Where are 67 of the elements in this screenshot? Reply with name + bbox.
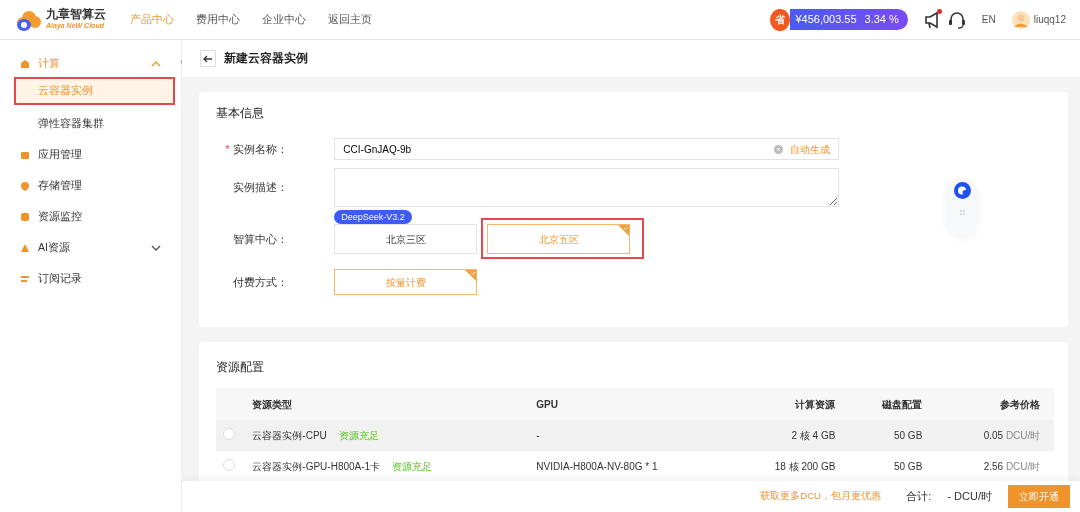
resource-type: 云容器实例-CPU <box>252 430 327 441</box>
balance-pill[interactable]: ¥456,003.55 3.34 % <box>790 9 908 30</box>
discount-rate: 3.34 % <box>864 12 899 28</box>
drag-handle-icon[interactable] <box>959 210 965 215</box>
section-title: 资源配置 <box>216 359 266 376</box>
availability-tag: 资源充足 <box>338 430 379 441</box>
menu-icon <box>20 149 30 160</box>
check-corner-icon <box>465 270 477 281</box>
table-cell: 50 GB <box>893 430 923 441</box>
back-arrow-icon <box>203 53 214 64</box>
availability-tag: 资源充足 <box>392 461 433 472</box>
resource-type: 云容器实例-GPU-H800A-1卡 <box>252 461 381 472</box>
sidebar-item[interactable]: 弹性容器集群 <box>0 108 182 139</box>
language-link[interactable]: EN <box>981 12 996 27</box>
column-header: GPU <box>535 388 736 420</box>
total-label: 合计: <box>906 488 932 504</box>
menu-icon <box>20 273 30 284</box>
nav-link[interactable]: 返回主页 <box>328 11 372 28</box>
check-corner-icon <box>618 225 630 236</box>
clear-icon[interactable] <box>774 144 784 154</box>
name-field[interactable]: CCI-GnJAQ-9b 自动生成 <box>334 138 840 160</box>
price-cell: 0.05 DCU/时 <box>983 430 1041 441</box>
balance-amount: ¥456,003.55 <box>795 12 857 28</box>
option-card[interactable]: 北京三区 <box>334 224 478 254</box>
promo-text: 获取更多DCU，包月更优惠 <box>760 488 881 503</box>
table-cell: 18 核 200 GB <box>774 461 836 472</box>
price-cell: 2.56 DCU/时 <box>983 461 1041 472</box>
headset-icon[interactable] <box>947 10 966 29</box>
column-header: 资源类型 <box>251 388 536 420</box>
section-title: 基本信息 <box>216 105 266 122</box>
sidebar-item[interactable]: 应用管理 <box>0 139 182 170</box>
table-cell: - <box>536 430 540 441</box>
column-header: 计算资源 <box>735 388 850 420</box>
menu-icon <box>20 58 30 69</box>
column-header: 参考价格 <box>936 388 1055 420</box>
sidebar-item[interactable]: 订阅记录 <box>0 263 182 294</box>
model-tag: DeepSeek-V3.2 <box>334 210 412 224</box>
total-price: - DCU/时 <box>947 488 992 504</box>
sidebar-item[interactable]: 存储管理 <box>0 170 182 201</box>
radio-button[interactable] <box>223 427 236 440</box>
column-header: 磁盘配置 <box>849 388 937 420</box>
description-field[interactable] <box>334 168 840 207</box>
chat-bot-icon[interactable] <box>953 182 971 199</box>
back-button[interactable] <box>200 50 217 67</box>
nav-link[interactable]: 费用中心 <box>196 11 240 28</box>
field-label: 付费方式： <box>233 275 289 288</box>
nav-link[interactable]: 企业中心 <box>262 11 306 28</box>
sidebar-item[interactable]: 资源监控 <box>0 201 182 232</box>
logo-name: 九章智算云 <box>46 7 106 21</box>
sidebar-item[interactable]: AI资源 <box>0 232 182 263</box>
menu-icon <box>20 242 30 253</box>
field-label: 实例描述： <box>233 181 289 194</box>
savings-badge: 省 <box>770 8 791 31</box>
radio-button[interactable] <box>223 458 236 471</box>
table-cell: NVIDIA-H800A-NV-80G * 1 <box>536 461 658 472</box>
page-title: 新建云容器实例 <box>224 50 309 66</box>
user-name[interactable]: liuqq12 <box>1033 12 1066 27</box>
assistant-widget[interactable] <box>946 178 979 236</box>
field-label: 智算中心： <box>233 232 289 245</box>
field-label: 实例名称： <box>233 142 289 155</box>
avatar-icon[interactable] <box>1011 10 1030 29</box>
menu-icon <box>20 180 30 191</box>
menu-icon <box>20 211 30 222</box>
required-mark: * <box>225 141 231 157</box>
megaphone-icon[interactable] <box>923 10 940 29</box>
table-cell: 2 核 4 GB <box>791 430 836 441</box>
table-cell: 50 GB <box>893 461 923 472</box>
